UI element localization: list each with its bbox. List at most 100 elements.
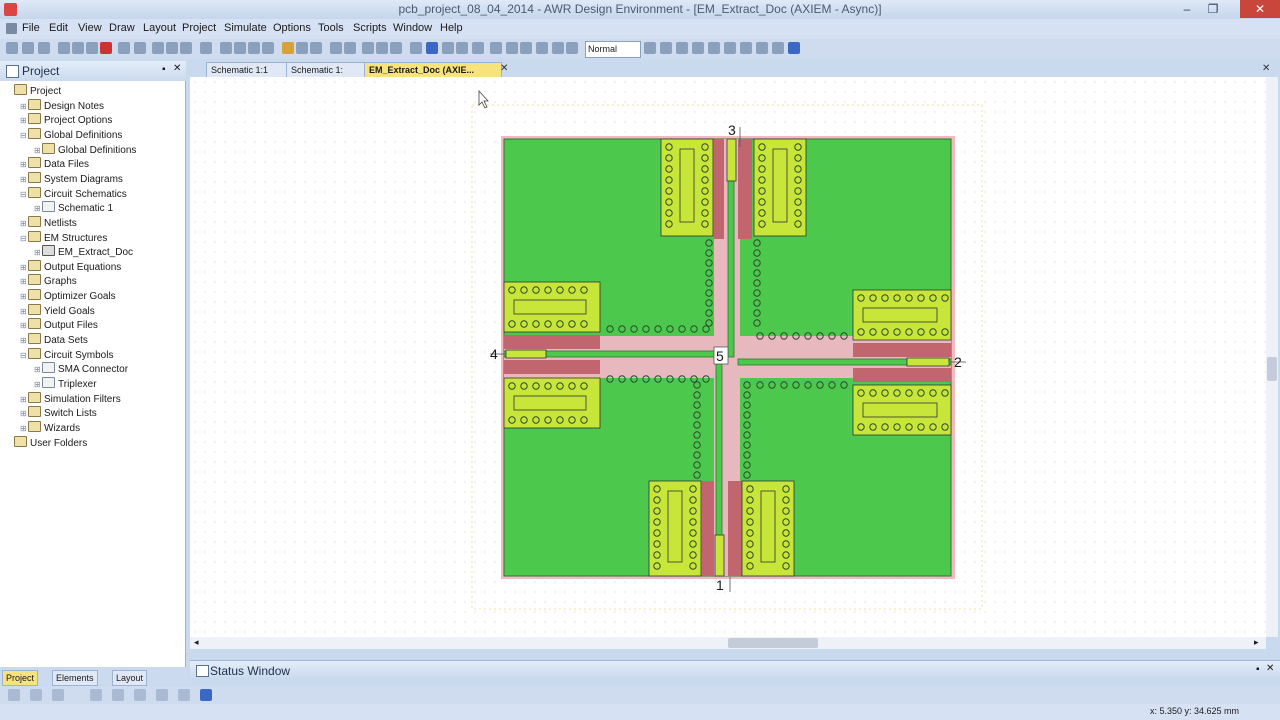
toolbar2-overflow-icon[interactable] (200, 689, 212, 701)
select-icon[interactable] (426, 42, 438, 54)
expander-icon[interactable]: ⊟ (20, 131, 28, 140)
edit-icon[interactable] (410, 42, 422, 54)
layout-canvas[interactable]: 3 1 4 2 5 (190, 77, 1266, 637)
drc-icon[interactable] (676, 42, 688, 54)
tree-item[interactable]: ⊞ Data Files (20, 157, 89, 171)
vertical-scroll-thumb[interactable] (1267, 357, 1277, 381)
expander-icon[interactable]: ⊞ (20, 424, 28, 433)
snap-icon[interactable] (442, 42, 454, 54)
copy-icon[interactable] (72, 42, 84, 54)
toolbar2-icon-f[interactable] (134, 689, 146, 701)
mirror-icon[interactable] (536, 42, 548, 54)
tune-icon[interactable] (296, 42, 308, 54)
shape-icon[interactable] (552, 42, 564, 54)
menu-help[interactable]: Help (440, 22, 463, 34)
tab-close-icon[interactable]: ✕ (500, 63, 508, 74)
close-button[interactable]: ✕ (1240, 0, 1280, 18)
lvs-icon[interactable] (692, 42, 704, 54)
expander-icon[interactable]: ⊞ (20, 321, 28, 330)
expander-icon[interactable]: ⊞ (20, 409, 28, 418)
tree-item[interactable]: ⊞ Data Sets (20, 333, 88, 347)
flip-icon[interactable] (506, 42, 518, 54)
toolbar2-icon-e[interactable] (112, 689, 124, 701)
add-ground-icon[interactable] (262, 42, 274, 54)
expander-icon[interactable]: ⊞ (34, 380, 42, 389)
tree-item[interactable]: ⊞ EM_Extract_Doc (34, 245, 133, 259)
measure-icon[interactable] (490, 42, 502, 54)
tab-schematic-1[interactable]: Schematic 1: (286, 62, 372, 78)
minimize-button[interactable]: – (1174, 0, 1200, 18)
tree-item[interactable]: ⊞ Triplexer (34, 377, 97, 391)
tree-item[interactable]: ⊟ Global Definitions (20, 127, 122, 142)
expander-icon[interactable]: ⊞ (20, 395, 28, 404)
expander-icon[interactable]: ⊞ (20, 336, 28, 345)
align-icon[interactable] (456, 42, 468, 54)
tree-item[interactable]: ⊞ Simulation Filters (20, 391, 121, 406)
menu-layout[interactable]: Layout (143, 22, 176, 34)
tree-item[interactable]: User Folders (6, 435, 87, 450)
via-icon[interactable] (740, 42, 752, 54)
document-icon[interactable] (6, 23, 17, 34)
save-icon[interactable] (38, 42, 50, 54)
expander-icon[interactable]: ⊟ (20, 351, 28, 360)
tree-item[interactable]: ⊞ Wizards (20, 420, 80, 435)
delete-icon[interactable] (100, 42, 112, 54)
stack-icon[interactable] (390, 42, 402, 54)
view-area-icon[interactable] (200, 42, 212, 54)
toolbar2-icon-b[interactable] (30, 689, 42, 701)
rectangle-icon[interactable] (330, 42, 342, 54)
tree-item[interactable]: ⊞ Global Definitions (34, 142, 136, 157)
expander-icon[interactable]: ⊞ (34, 365, 42, 374)
scroll-left-icon[interactable]: ◂ (194, 637, 199, 648)
view-3d-icon[interactable] (376, 42, 388, 54)
tab-elements[interactable]: Elements (52, 670, 98, 686)
layer-icon[interactable] (644, 42, 656, 54)
expander-icon[interactable]: ⊞ (20, 116, 28, 125)
menu-options[interactable]: Options (273, 22, 311, 34)
cut-icon[interactable] (58, 42, 70, 54)
expander-icon[interactable]: ⊞ (20, 277, 28, 286)
horizontal-scroll-thumb[interactable] (728, 638, 818, 648)
tree-item[interactable]: ⊞ Switch Lists (20, 406, 97, 420)
cell-icon[interactable] (724, 42, 736, 54)
expander-icon[interactable]: ⊞ (20, 160, 28, 169)
toolbar2-icon-h[interactable] (178, 689, 190, 701)
tree-item[interactable]: ⊞ Yield Goals (20, 303, 95, 318)
redo-icon[interactable] (134, 42, 146, 54)
tree-item[interactable]: ⊞ System Diagrams (20, 171, 123, 186)
horizontal-scrollbar[interactable]: ◂ ▸ (190, 637, 1266, 649)
undo-icon[interactable] (118, 42, 130, 54)
tree-item[interactable]: ⊞ Output Files (20, 318, 98, 332)
menu-simulate[interactable]: Simulate (224, 22, 267, 34)
tree-item[interactable]: ⊞ Optimizer Goals (20, 289, 116, 303)
status-pin-icon[interactable]: ▪ (1256, 664, 1260, 675)
tree-item[interactable]: ⊞ Netlists (20, 215, 77, 230)
mesh-icon[interactable] (362, 42, 374, 54)
status-close-icon[interactable]: ✕ (1266, 663, 1274, 674)
home-icon[interactable] (756, 42, 768, 54)
tree-item[interactable]: ⊟ Circuit Schematics (20, 186, 127, 201)
toolbar2-icon-c[interactable] (52, 689, 64, 701)
menu-window[interactable]: Window (393, 22, 432, 34)
menu-project[interactable]: Project (182, 22, 216, 34)
menu-draw[interactable]: Draw (109, 22, 135, 34)
expander-icon[interactable]: ⊟ (20, 190, 28, 199)
menu-file[interactable]: File (22, 22, 40, 34)
tree-item[interactable]: ⊞ Graphs (20, 274, 77, 288)
zoom-fit-icon[interactable] (180, 42, 192, 54)
menu-tools[interactable]: Tools (318, 22, 344, 34)
menu-edit[interactable]: Edit (49, 22, 68, 34)
polygon-icon[interactable] (344, 42, 356, 54)
tree-item[interactable]: ⊞ Output Equations (20, 259, 121, 274)
pcb-layout-drawing[interactable]: 3 1 4 2 5 (190, 77, 1266, 637)
scroll-right-icon[interactable]: ▸ (1254, 637, 1259, 648)
tree-item[interactable]: ⊟ EM Structures (20, 230, 107, 245)
tree-item[interactable]: Project (6, 84, 61, 98)
expander-icon[interactable]: ⊞ (20, 175, 28, 184)
add-wire-icon[interactable] (248, 42, 260, 54)
expander-icon[interactable]: ⊞ (20, 219, 28, 228)
expander-icon[interactable]: ⊟ (20, 234, 28, 243)
expander-icon[interactable]: ⊞ (34, 204, 42, 213)
menu-view[interactable]: View (78, 22, 102, 34)
tab-layout[interactable]: Layout (112, 670, 148, 686)
